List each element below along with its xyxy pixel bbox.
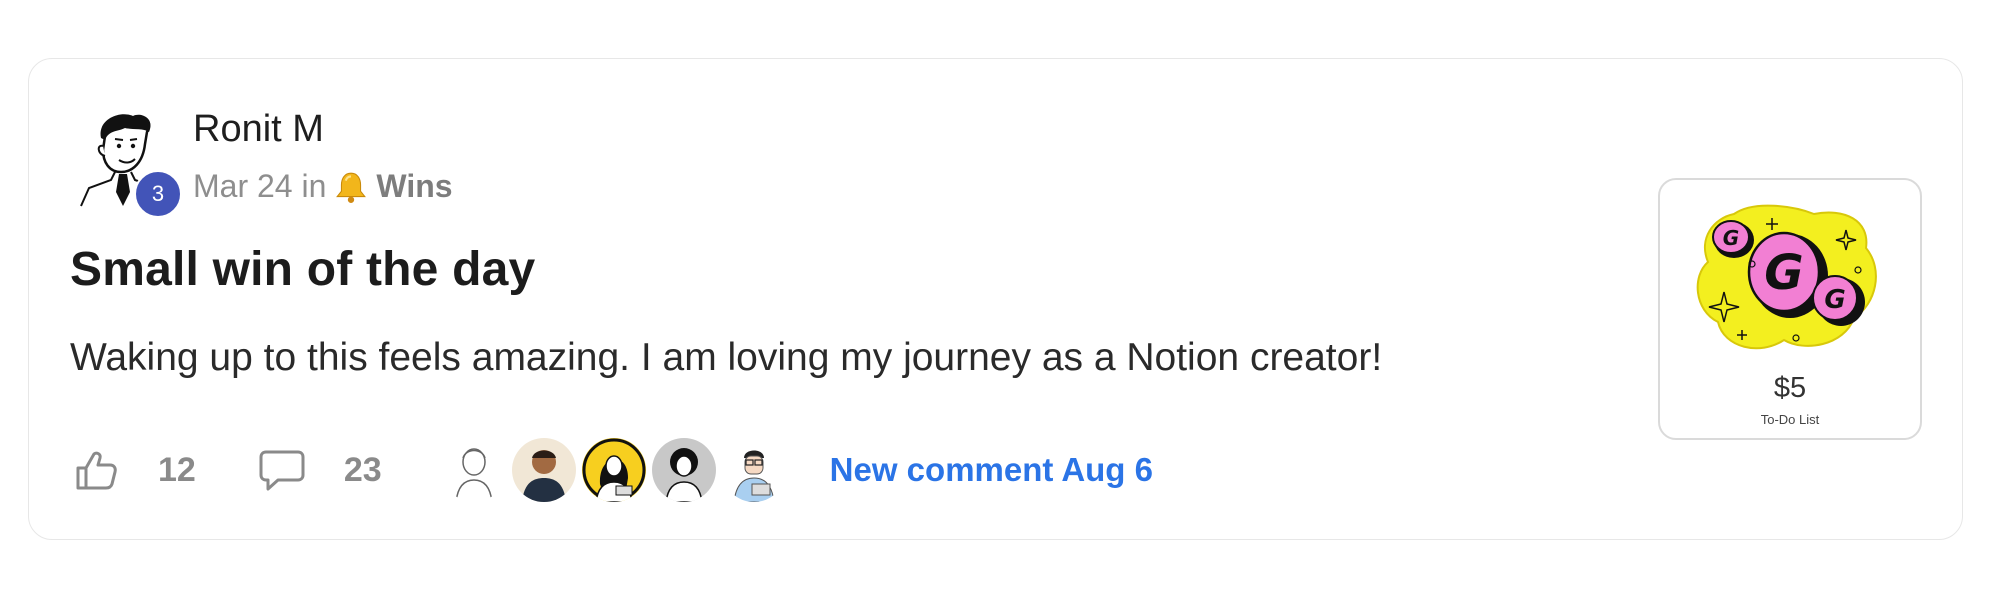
- new-comment-link[interactable]: New comment Aug 6: [830, 451, 1153, 489]
- like-count: 12: [158, 450, 196, 489]
- comment-button[interactable]: 23: [258, 446, 382, 494]
- svg-text:G: G: [1824, 285, 1845, 315]
- commenter-avatar[interactable]: [441, 438, 506, 502]
- commenter-avatar[interactable]: [511, 438, 576, 502]
- commenter-avatar[interactable]: [651, 438, 716, 502]
- comment-count: 23: [343, 450, 382, 489]
- coins-sticker-icon: G G G: [1696, 204, 1877, 350]
- commenter-avatars[interactable]: [441, 438, 786, 502]
- post-actions: 12 23 New comment Aug 6: [72, 438, 1153, 502]
- comment-icon: [259, 450, 305, 491]
- post-meta: Mar 24 in Wins: [193, 168, 453, 205]
- bell-icon: [336, 172, 367, 203]
- level-badge: 3: [134, 170, 182, 218]
- commenter-avatar[interactable]: [721, 438, 786, 502]
- commenter-avatar[interactable]: [581, 438, 646, 502]
- product-card[interactable]: G G G $5 To-Do List: [1658, 178, 1922, 440]
- product-price: $5: [1773, 372, 1807, 404]
- thumbs-up-icon: [76, 451, 117, 490]
- svg-text:G: G: [1764, 245, 1803, 301]
- product-name: To-Do List: [1760, 412, 1820, 427]
- post-body: Waking up to this feels amazing. I am lo…: [70, 336, 1383, 379]
- category-link[interactable]: Wins: [376, 168, 452, 205]
- post-title[interactable]: Small win of the day: [70, 242, 535, 297]
- post-date: Mar 24 in: [193, 168, 327, 204]
- author-name[interactable]: Ronit M: [193, 108, 324, 151]
- svg-text:G: G: [1723, 226, 1739, 250]
- like-button[interactable]: 12: [72, 446, 196, 494]
